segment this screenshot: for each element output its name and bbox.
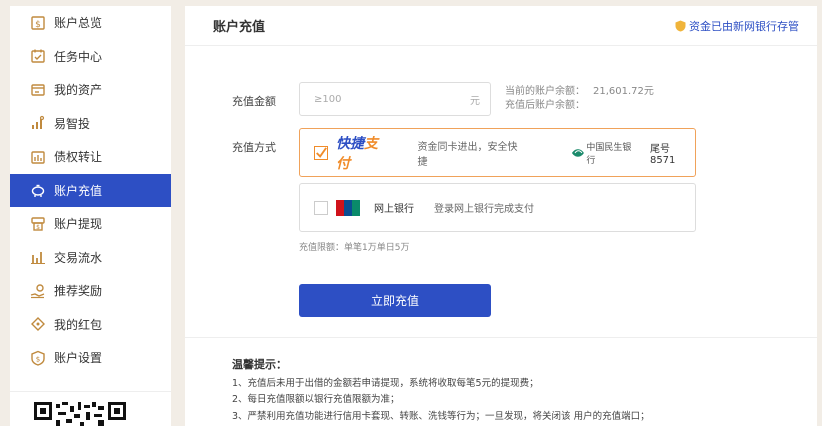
sidebar-item-label: 账户提现	[54, 217, 103, 232]
bank-logo: 中国民生银行	[571, 140, 640, 166]
balance-info: 当前的账户余额： 21,601.72元 充值后账户余额：	[505, 85, 654, 113]
depository-notice[interactable]: 资金已由新网银行存管	[675, 18, 799, 34]
balance-label: 当前的账户余额：	[505, 86, 585, 97]
tip-line: 3、严禁利用充值功能进行信用卡套现、转账、洗钱等行为；一旦发现，将关闭该 用户的…	[232, 410, 650, 422]
bank-icon	[571, 148, 584, 157]
piggy-bank-icon	[30, 182, 46, 198]
depository-text: 资金已由新网银行存管	[689, 19, 799, 33]
svg-text:$: $	[36, 224, 40, 231]
sidebar-item-my-assets[interactable]: 我的资产	[10, 73, 171, 107]
card-tail: 尾号8571	[649, 143, 676, 166]
recharge-panel: 账户充值 资金已由新网银行存管 充值金额 ≥100 元 当前的账户余额： 21,6…	[185, 6, 817, 426]
svg-text:$: $	[36, 355, 40, 363]
qr-code[interactable]	[34, 402, 126, 426]
withdraw-icon: $	[30, 216, 46, 232]
online-bank-label: 网上银行	[374, 204, 414, 215]
tips: 温馨提示： 1、充值后未用于出借的金额若申请提现，系统将收取每笔5元的提现费； …	[232, 357, 650, 425]
amount-unit: 元	[470, 95, 480, 107]
recharge-submit-button[interactable]: 立即充值	[299, 284, 491, 317]
sidebar-item-recharge[interactable]: 账户充值	[10, 173, 171, 207]
tips-title: 温馨提示：	[232, 358, 287, 371]
quick-pay-desc: 资金同卡进出，安全快捷	[417, 141, 518, 168]
quick-pay-logo: 快捷支付	[336, 135, 378, 172]
sidebar-item-task-center[interactable]: 任务中心	[10, 40, 171, 74]
method-label: 充值方式	[232, 141, 276, 154]
balance-value: 21,601.72元	[593, 86, 654, 97]
sidebar-item-label: 交易流水	[54, 250, 103, 265]
online-bank-option[interactable]: 网上银行 登录网上银行完成支付	[299, 183, 696, 232]
debt-transfer-icon	[30, 149, 46, 165]
transactions-icon	[30, 249, 46, 265]
account-settings-icon: $	[30, 350, 46, 366]
tip-line: 1、充值后未用于出借的金额若申请提现，系统将收取每笔5元的提现费；	[232, 377, 539, 389]
referral-reward-icon	[30, 283, 46, 299]
sidebar-item-label: 推荐奖励	[54, 284, 103, 299]
sidebar-item-label: 账户总览	[54, 16, 103, 31]
sidebar-item-account-settings[interactable]: $ 账户设置	[10, 341, 171, 375]
sidebar-item-label: 债权转让	[54, 150, 103, 165]
sidebar-item-debt-transfer[interactable]: 债权转让	[10, 140, 171, 174]
recharge-limit: 充值限额：单笔1万单日5万	[299, 243, 410, 253]
sidebar-item-label: 账户充值	[54, 183, 103, 198]
online-bank-desc: 登录网上银行完成支付	[434, 204, 534, 215]
after-balance-label: 充值后账户余额：	[505, 100, 585, 111]
sidebar-item-referral[interactable]: 推荐奖励	[10, 274, 171, 308]
sidebar-item-label: 账户设置	[54, 351, 103, 366]
amount-label: 充值金额	[232, 95, 276, 108]
sidebar-item-label: 任务中心	[54, 49, 103, 64]
panel-header: 账户充值 资金已由新网银行存管	[185, 6, 817, 46]
task-center-icon	[30, 48, 46, 64]
svg-text:$: $	[35, 20, 41, 30]
amount-placeholder: ≥100	[314, 93, 342, 105]
sidebar-item-label: 易智投	[54, 116, 91, 131]
sidebar-item-invest[interactable]: 易智投	[10, 107, 171, 141]
sidebar: $ 账户总览 任务中心 我的资产 易智投 债权转让 账户充值 $ 账户提现 交易…	[10, 6, 171, 426]
sidebar-item-label: 我的资产	[54, 83, 103, 98]
check-icon	[316, 146, 327, 158]
sidebar-item-account-overview[interactable]: $ 账户总览	[10, 6, 171, 40]
online-bank-checkbox[interactable]	[314, 200, 328, 215]
assets-icon	[30, 82, 46, 98]
red-packet-icon	[30, 316, 46, 332]
unionpay-logo	[336, 199, 360, 216]
bank-name: 中国民生银行	[586, 142, 632, 166]
account-overview-icon: $	[30, 15, 46, 31]
sidebar-divider	[10, 390, 171, 392]
sidebar-item-label: 我的红包	[54, 317, 103, 332]
invest-icon	[30, 115, 46, 131]
quick-pay-checkbox[interactable]	[314, 145, 328, 160]
divider	[185, 337, 817, 338]
quick-pay-option[interactable]: 快捷支付 资金同卡进出，安全快捷 中国民生银行 尾号8571	[299, 128, 696, 177]
tip-line: 2、每日充值限额以银行充值限额为准；	[232, 394, 400, 405]
sidebar-item-transactions[interactable]: 交易流水	[10, 241, 171, 275]
amount-input[interactable]: ≥100 元	[299, 82, 491, 116]
shield-icon	[675, 20, 686, 31]
sidebar-item-red-packet[interactable]: 我的红包	[10, 308, 171, 342]
sidebar-item-withdraw[interactable]: $ 账户提现	[10, 207, 171, 241]
page-title: 账户充值	[213, 20, 266, 35]
